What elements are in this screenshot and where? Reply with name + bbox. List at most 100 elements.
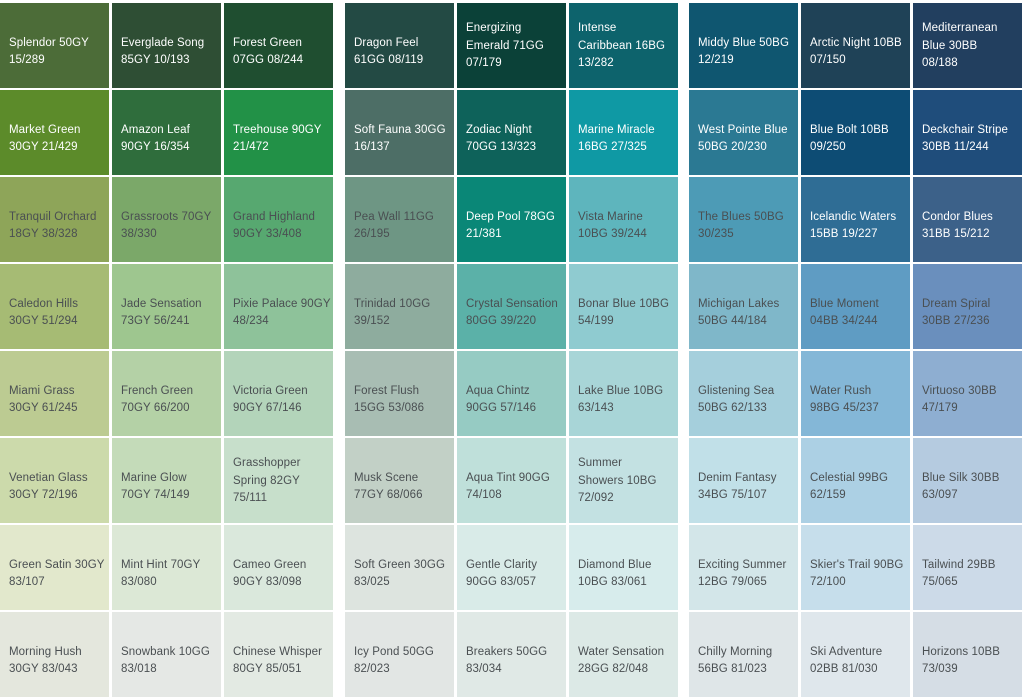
color-swatch[interactable]: Lake Blue 10BG 63/143 bbox=[569, 351, 678, 436]
color-swatch[interactable]: Michigan Lakes 50BG 44/184 bbox=[689, 264, 798, 349]
swatch-code: 07/150 bbox=[810, 54, 846, 67]
color-swatch[interactable]: Forest Flush 15GG 53/086 bbox=[345, 351, 454, 436]
color-swatch[interactable]: Water Rush 98BG 45/237 bbox=[801, 351, 910, 436]
color-swatch[interactable]: Horizons 10BB 73/039 bbox=[913, 612, 1022, 697]
color-swatch[interactable]: Aqua Chintz 90GG 57/146 bbox=[457, 351, 566, 436]
color-swatch[interactable]: Green Satin 30GY 83/107 bbox=[0, 525, 109, 610]
swatch-name: Caledon Hills bbox=[9, 297, 79, 310]
color-swatch[interactable]: Grand Highland 90GY 33/408 bbox=[224, 177, 333, 262]
color-swatch[interactable]: Snowbank 10GG 83/018 bbox=[112, 612, 221, 697]
color-swatch[interactable]: Musk Scene 77GY 68/066 bbox=[345, 438, 454, 523]
swatch-name: Aqua Chintz bbox=[466, 384, 530, 397]
swatch-code: 83/034 bbox=[466, 663, 502, 676]
color-swatch[interactable]: Soft Green 30GG 83/025 bbox=[345, 525, 454, 610]
color-swatch[interactable]: Celestial 99BG 62/159 bbox=[801, 438, 910, 523]
color-swatch[interactable]: Mint Hint 70GY 83/080 bbox=[112, 525, 221, 610]
color-swatch[interactable]: Breakers 50GG 83/034 bbox=[457, 612, 566, 697]
swatch-code: 21/472 bbox=[233, 141, 269, 154]
color-swatch[interactable]: Miami Grass 30GY 61/245 bbox=[0, 351, 109, 436]
color-swatch[interactable]: Diamond Blue 10BG 83/061 bbox=[569, 525, 678, 610]
color-swatch[interactable]: Gentle Clarity 90GG 83/057 bbox=[457, 525, 566, 610]
color-swatch[interactable]: Aqua Tint 90GG 74/108 bbox=[457, 438, 566, 523]
color-swatch[interactable]: Arctic Night 10BB 07/150 bbox=[801, 3, 910, 88]
swatch-code: 70GY 66/200 bbox=[121, 402, 190, 415]
color-swatch[interactable]: West Pointe Blue 50BG 20/230 bbox=[689, 90, 798, 175]
color-swatch[interactable]: Deep Pool 78GG 21/381 bbox=[457, 177, 566, 262]
color-swatch[interactable]: Intense Caribbean 16BG 13/282 bbox=[569, 3, 678, 88]
color-swatch[interactable]: Pixie Palace 90GY 48/234 bbox=[224, 264, 333, 349]
color-swatch[interactable]: Pea Wall 11GG 26/195 bbox=[345, 177, 454, 262]
swatch-code: 72/092 bbox=[578, 492, 614, 504]
color-swatch[interactable]: Caledon Hills 30GY 51/294 bbox=[0, 264, 109, 349]
color-swatch[interactable]: Tailwind 29BB 75/065 bbox=[913, 525, 1022, 610]
swatch-code: 90GY 83/098 bbox=[233, 576, 302, 589]
swatch-name: Mint Hint 70GY bbox=[121, 558, 201, 571]
color-swatch[interactable]: Morning Hush 30GY 83/043 bbox=[0, 612, 109, 697]
swatch-name: Mediterranean bbox=[922, 22, 998, 34]
color-swatch[interactable]: Marine Miracle 16BG 27/325 bbox=[569, 90, 678, 175]
color-swatch[interactable]: The Blues 50BG 30/235 bbox=[689, 177, 798, 262]
color-swatch[interactable]: Condor Blues 31BB 15/212 bbox=[913, 177, 1022, 262]
swatch-name: Soft Green 30GG bbox=[354, 558, 445, 571]
color-swatch[interactable]: Blue Bolt 10BB 09/250 bbox=[801, 90, 910, 175]
swatch-code: 15BB 19/227 bbox=[810, 228, 878, 241]
swatch-name: Water Rush bbox=[810, 384, 872, 397]
color-swatch[interactable]: Chinese Whisper 80GY 85/051 bbox=[224, 612, 333, 697]
color-swatch[interactable]: Mediterranean Blue 30BB 08/188 bbox=[913, 3, 1022, 88]
swatch-name: Summer bbox=[578, 457, 623, 469]
color-swatch[interactable]: Zodiac Night 70GG 13/323 bbox=[457, 90, 566, 175]
color-swatch[interactable]: Glistening Sea 50BG 62/133 bbox=[689, 351, 798, 436]
swatch-name: Tranquil Orchard bbox=[9, 210, 97, 223]
color-swatch[interactable]: Splendor 50GY 15/289 bbox=[0, 3, 109, 88]
color-swatch[interactable]: Trinidad 10GG 39/152 bbox=[345, 264, 454, 349]
color-swatch[interactable]: Virtuoso 30BB 47/179 bbox=[913, 351, 1022, 436]
color-swatch[interactable]: Amazon Leaf 90GY 16/354 bbox=[112, 90, 221, 175]
color-swatch[interactable]: Summer Showers 10BG 72/092 bbox=[569, 438, 678, 523]
swatch-code: 15/289 bbox=[9, 54, 45, 67]
swatch-code: 30GY 51/294 bbox=[9, 315, 78, 328]
color-swatch[interactable]: Deckchair Stripe 30BB 11/244 bbox=[913, 90, 1022, 175]
color-swatch[interactable]: Marine Glow 70GY 74/149 bbox=[112, 438, 221, 523]
swatch-name: Water Sensation bbox=[578, 645, 665, 658]
swatch-code: 07/179 bbox=[466, 57, 502, 69]
color-swatch[interactable]: Jade Sensation 73GY 56/241 bbox=[112, 264, 221, 349]
color-swatch[interactable]: Venetian Glass 30GY 72/196 bbox=[0, 438, 109, 523]
color-swatch[interactable]: Treehouse 90GY 21/472 bbox=[224, 90, 333, 175]
color-swatch[interactable]: Ski Adventure 02BB 81/030 bbox=[801, 612, 910, 697]
color-swatch[interactable]: Denim Fantasy 34BG 75/107 bbox=[689, 438, 798, 523]
color-swatch[interactable]: Energizing Emerald 71GG 07/179 bbox=[457, 3, 566, 88]
color-swatch[interactable]: Market Green 30GY 21/429 bbox=[0, 90, 109, 175]
color-swatch[interactable]: Vista Marine 10BG 39/244 bbox=[569, 177, 678, 262]
color-swatch[interactable]: Dream Spiral 30BB 27/236 bbox=[913, 264, 1022, 349]
color-swatch[interactable]: Everglade Song 85GY 10/193 bbox=[112, 3, 221, 88]
color-swatch[interactable]: Cameo Green 90GY 83/098 bbox=[224, 525, 333, 610]
swatch-name: Aqua Tint 90GG bbox=[466, 471, 550, 484]
color-swatch[interactable]: Icy Pond 50GG 82/023 bbox=[345, 612, 454, 697]
swatch-name: Lake Blue 10BG bbox=[578, 384, 664, 397]
color-swatch[interactable]: Forest Green 07GG 08/244 bbox=[224, 3, 333, 88]
color-swatch[interactable]: Crystal Sensation 80GG 39/220 bbox=[457, 264, 566, 349]
color-swatch[interactable]: Victoria Green 90GY 67/146 bbox=[224, 351, 333, 436]
color-swatch[interactable]: Grassroots 70GY 38/330 bbox=[112, 177, 221, 262]
swatch-name: Skier's Trail 90BG bbox=[810, 558, 904, 571]
swatch-name: Everglade Song bbox=[121, 36, 205, 49]
color-swatch[interactable]: Soft Fauna 30GG 16/137 bbox=[345, 90, 454, 175]
swatch-name: Treehouse 90GY bbox=[233, 123, 322, 136]
color-swatch[interactable]: Bonar Blue 10BG 54/199 bbox=[569, 264, 678, 349]
color-swatch[interactable]: Grasshopper Spring 82GY 75/111 bbox=[224, 438, 333, 523]
color-swatch[interactable]: Chilly Morning 56BG 81/023 bbox=[689, 612, 798, 697]
color-swatch[interactable]: Icelandic Waters 15BB 19/227 bbox=[801, 177, 910, 262]
color-swatch[interactable]: Exciting Summer 12BG 79/065 bbox=[689, 525, 798, 610]
swatch-name: Deep Pool 78GG bbox=[466, 210, 555, 223]
color-swatch[interactable]: Dragon Feel 61GG 08/119 bbox=[345, 3, 454, 88]
color-swatch[interactable]: French Green 70GY 66/200 bbox=[112, 351, 221, 436]
swatch-code: Emerald 71GG bbox=[466, 39, 544, 52]
swatch-code: 16BG 27/325 bbox=[578, 141, 647, 154]
color-swatch[interactable]: Blue Silk 30BB 63/097 bbox=[913, 438, 1022, 523]
color-swatch[interactable]: Skier's Trail 90BG 72/100 bbox=[801, 525, 910, 610]
color-swatch[interactable]: Water Sensation 28GG 82/048 bbox=[569, 612, 678, 697]
swatch-code: 31BB 15/212 bbox=[922, 228, 990, 241]
color-swatch[interactable]: Blue Moment 04BB 34/244 bbox=[801, 264, 910, 349]
color-swatch[interactable]: Tranquil Orchard 18GY 38/328 bbox=[0, 177, 109, 262]
color-swatch[interactable]: Middy Blue 50BG 12/219 bbox=[689, 3, 798, 88]
